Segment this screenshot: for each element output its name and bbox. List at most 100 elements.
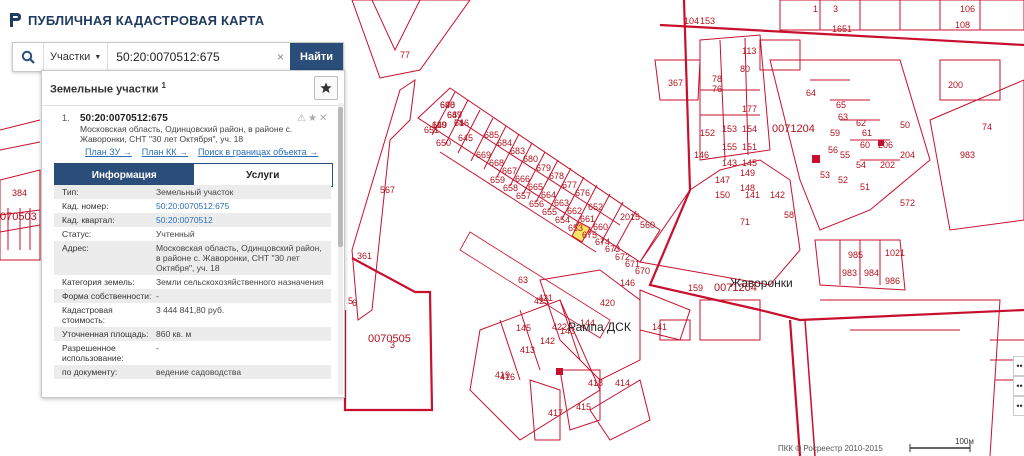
parcel-marker [812,155,820,163]
info-row: Статус: Учтенный [54,227,331,241]
link-plan-zu[interactable]: План ЗУ → [85,147,132,157]
clear-search-button[interactable]: × [271,43,290,71]
parcel-label: 61 [862,128,873,138]
panel-title: Земельные участки 1 [50,81,166,96]
parcel-label: 1021 [885,248,906,258]
info-value: 860 кв. м [156,329,192,339]
map-control-button[interactable]: •• [1013,376,1024,396]
info-row: Кад. квартал: 50:20:0070512 [54,213,331,227]
info-value: Земли сельскохозяйственного назначения [156,277,324,287]
close-icon[interactable]: ✕ [319,113,327,124]
parcel-label: 53 [820,170,831,180]
info-value: ведение садоводства [156,367,242,377]
parcel-label: 155 [722,142,738,152]
parcel-label: 63 [838,112,849,122]
more-icon: •• [1016,401,1023,411]
parcel-label: 418 [588,378,604,388]
parcel-label: 146 [620,278,636,288]
info-value[interactable]: 50:20:0070512 [156,215,331,225]
parcel-label: 54 [856,160,867,170]
map-control-button[interactable]: •• [1013,356,1024,376]
info-value: Московская область, Одинцовский район, в… [156,243,322,273]
copyright: ПКК © Росреестр 2010-2015 [778,444,883,453]
parcel-label: 141 [652,322,668,332]
parcel-label: 983 [960,150,976,160]
result-cadastral-id[interactable]: 50:20:0070512:675 [80,113,168,124]
info-key: Категория земель: [62,277,135,287]
link-search-in-bounds[interactable]: Поиск в границах объекта → [198,147,318,157]
search-type-selector[interactable]: Участки ▼ [44,43,109,71]
parcel-label: 676 [575,188,591,198]
parcel-label: 152 [700,128,716,138]
parcel-label: 384 [12,188,28,198]
quarter-label: 0070505 [368,333,411,345]
info-row: Категория земель: Земли сельскохозяйствен… [54,275,331,289]
parcel-label: 572 [900,198,916,208]
parcel-label: 50 [900,120,911,130]
parcel-marker [556,368,563,375]
panel-title-text: Земельные участки [50,83,159,96]
parcel-label: 63 [518,275,529,285]
parcel-label: 145 [742,158,758,168]
result-links: План ЗУ → План КК → Поиск в границах объ… [85,147,318,157]
info-row: Кад. номер: 50:20:0070512:675 [54,199,331,213]
parcel-label: 206 [878,140,894,150]
parcel-label: 413 [520,345,536,355]
search-icon-button[interactable] [13,43,44,71]
info-row: Форма собственности: - [54,289,331,303]
parcel-label: 153 [700,16,716,26]
parcel-label: 986 [885,276,901,286]
parcel-label: 650 [436,138,452,148]
warning-icon[interactable]: ⚠ [297,113,306,124]
parcel-label: 142 [770,190,786,200]
quarter-label: 0071204 [772,123,815,135]
parcel-label: 59 [830,128,841,138]
parcel-label: 56 [828,145,839,155]
parcel-label: 146 [694,150,710,160]
parcel-label: 690 [440,100,456,110]
map-control-button[interactable]: •• [1013,396,1024,416]
parcel-label: 62 [856,118,867,128]
parcel-label: 141 [745,190,761,200]
star-icon[interactable]: ★ [308,113,317,124]
scale-label: 100м [955,437,974,446]
info-value: Земельный участок [156,187,234,197]
tab-services[interactable]: Услуги [193,164,332,186]
parcel-label: 414 [615,378,631,388]
parcel-label: 110 [432,120,447,130]
result-count: 1 [161,80,166,90]
parcel-label: 983 [842,268,858,278]
parcel-label: 415 [576,402,592,412]
parcel-label: 151 [742,142,758,152]
app-header: ПУБЛИЧНАЯ КАДАСТРОВАЯ КАРТА [8,9,264,31]
result-number: 1. [62,113,70,123]
info-key: Разрешенное использование: [62,343,124,363]
parcel-label: 76 [712,84,723,94]
parcel-label: 51 [860,182,871,192]
scrollbar-thumb[interactable] [338,107,343,247]
parcel-label: 204 [900,150,916,160]
info-row: Разрешенное использование: - [54,341,331,365]
parcel-label: 71 [740,217,751,227]
search-type-label: Участки [50,51,91,63]
favorite-button[interactable] [314,76,338,100]
results-panel: Земельные участки 1 1. 50:20:0070512:675… [41,70,345,398]
panel-scrollbar[interactable] [338,103,343,395]
more-icon: •• [1016,381,1023,391]
parcel-label: 670 [635,266,651,276]
info-value[interactable]: 50:20:0070512:675 [156,201,331,211]
parcel-label: 5 [348,296,354,306]
info-value: - [156,343,159,353]
parcel-label: 416 [500,372,516,382]
info-key: Адрес: [62,243,89,253]
info-value: - [156,291,159,301]
info-row: Адрес: Московская область, Одинцовский ра… [54,241,331,275]
info-row: Кадастровая стоимость: 3 444 841,80 руб. [54,303,331,327]
parcel-label: 202 [880,160,896,170]
parcel-label: 65 [836,100,847,110]
find-button[interactable]: Найти [290,43,343,71]
link-plan-kk[interactable]: План КК → [142,147,188,157]
tab-information[interactable]: Информация [55,164,194,186]
panel-header: Земельные участки 1 [42,71,344,106]
search-input[interactable] [108,43,271,71]
